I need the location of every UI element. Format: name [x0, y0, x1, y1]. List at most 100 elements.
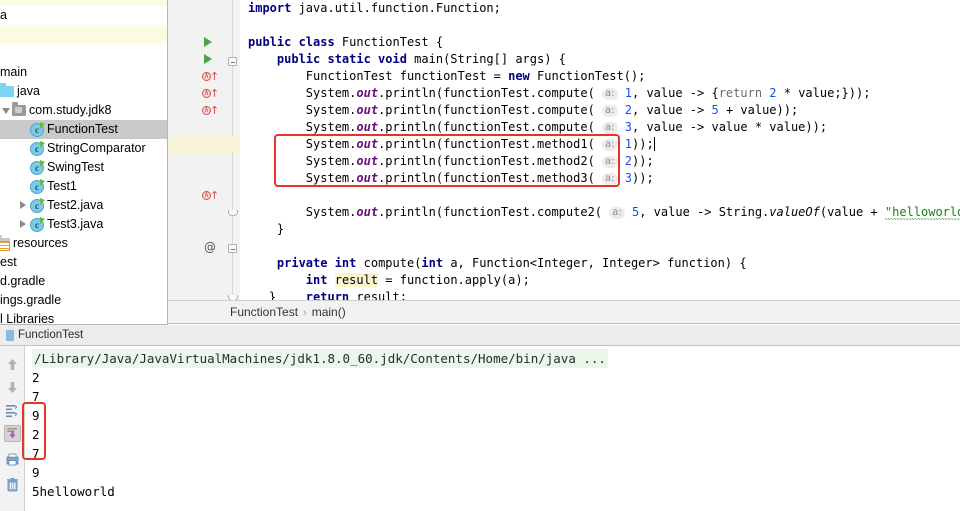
fold-end-icon[interactable] — [228, 210, 238, 219]
up-arrow-icon: ↑ — [210, 104, 220, 117]
code-line-17[interactable]: } — [248, 221, 284, 238]
code-line-13[interactable]: System.out.println(functionTest.method2(… — [248, 153, 654, 170]
run-tab-label: FunctionTest — [18, 329, 84, 341]
tree-row-settings-gradle[interactable]: ings.gradle — [0, 291, 167, 310]
field-out: out — [356, 154, 379, 168]
tree-row-resources[interactable]: resources — [0, 234, 167, 253]
code-line-7[interactable]: FunctionTest functionTest = new Function… — [248, 68, 646, 85]
java-class-icon: c — [30, 216, 45, 232]
tree-label: com.study.jdk8 — [29, 103, 112, 118]
breadcrumb-method[interactable]: main() — [312, 305, 346, 319]
code-line-12[interactable]: System.out.println(functionTest.method1(… — [248, 136, 655, 153]
java-class-icon: c — [30, 197, 45, 213]
code-line-9[interactable]: System.out.println(functionTest.compute(… — [248, 102, 798, 119]
run-toolbar[interactable] — [0, 346, 25, 511]
lambda-gutter-icon[interactable]: λ↑ — [202, 104, 219, 117]
code-editor[interactable]: 3 4 5 6 7 8 9 10 11 12 13 14 15 16 17 18… — [168, 0, 960, 300]
console-line: 5helloworld — [32, 484, 115, 499]
arrow-down-icon[interactable] — [4, 379, 21, 396]
run-gutter-icon[interactable] — [204, 54, 212, 64]
tree-row-highlighted[interactable] — [0, 25, 167, 44]
fold-collapse-icon[interactable] — [228, 244, 237, 253]
breadcrumb-class[interactable]: FunctionTest — [230, 305, 298, 319]
literal: 5 — [711, 103, 719, 117]
tree-row-functiontest[interactable]: c FunctionTest — [0, 120, 167, 139]
package-folder-icon — [12, 102, 26, 117]
code-line-10[interactable]: System.out.println(functionTest.compute(… — [248, 119, 827, 136]
param-hint-a: a: — [602, 173, 618, 185]
tree-row-test1[interactable]: c Test1 — [0, 177, 167, 196]
console-line: 9 — [32, 408, 40, 423]
console-output[interactable]: /Library/Java/JavaVirtualMachines/jdk1.8… — [26, 346, 960, 511]
tree-row-test[interactable]: est — [0, 253, 167, 272]
tree-row-test2-java[interactable]: c Test2.java — [0, 196, 167, 215]
arrow-up-icon[interactable] — [4, 356, 21, 373]
tree-row-a[interactable]: a — [0, 6, 167, 25]
code-line-6[interactable]: public static void main(String[] args) { — [248, 51, 566, 68]
soft-wrap-icon[interactable] — [4, 402, 21, 419]
tree-row-swingtest[interactable]: c SwingTest — [0, 158, 167, 177]
lambda-gutter-icon[interactable]: λ↑ — [202, 87, 219, 100]
lambda-gutter-icon[interactable]: λ↑ — [202, 189, 219, 202]
breadcrumb[interactable]: FunctionTest › main() — [168, 300, 960, 324]
tree-row-main[interactable]: main — [0, 63, 167, 82]
fold-collapse-icon[interactable] — [228, 57, 237, 66]
lambda-gutter-icon[interactable]: λ↑ — [202, 70, 219, 83]
param-hint-a: a: — [602, 156, 618, 168]
param-hint-a: a: — [602, 139, 618, 151]
run-gutter-icon[interactable] — [204, 37, 212, 47]
code-line-16[interactable]: System.out.println(functionTest.compute2… — [248, 204, 960, 221]
scroll-to-end-glyph — [7, 428, 17, 439]
code-line-8[interactable]: System.out.println(functionTest.compute(… — [248, 85, 870, 102]
literal: 1 — [624, 86, 632, 100]
literal: 2 — [624, 154, 632, 168]
field-out: out — [356, 103, 379, 117]
tree-label: java — [17, 84, 40, 99]
keyword-return: return — [718, 86, 763, 100]
keyword-new: new — [508, 69, 530, 83]
literal: 3 — [624, 120, 632, 134]
trash-icon[interactable] — [4, 476, 21, 493]
tree-row-stringcomparator[interactable]: c StringComparator — [0, 139, 167, 158]
chevron-right-icon[interactable] — [18, 201, 27, 210]
arrow-down-glyph — [8, 382, 17, 393]
tree-row-external-libraries[interactable]: l Libraries — [0, 310, 167, 325]
console-line: 2 — [32, 370, 40, 385]
keyword-int: int — [305, 273, 328, 287]
tree-row-package-com-study-jdk8[interactable]: com.study.jdk8 — [0, 101, 167, 120]
code-line-19[interactable]: private int compute(int a, Function<Inte… — [248, 255, 747, 272]
print-icon[interactable] — [4, 451, 21, 468]
chevron-down-icon[interactable] — [2, 106, 11, 115]
breadcrumb-separator: › — [303, 307, 307, 319]
resources-folder-icon — [0, 235, 10, 252]
project-tree-panel[interactable]: a main java com.study.jdk8 c FunctionTest… — [0, 0, 168, 325]
code-text-area[interactable]: import java.util.function.Function; publ… — [240, 0, 960, 300]
keyword: private int — [276, 256, 357, 270]
java-class-icon: c — [30, 178, 45, 194]
param-hint-a: a: — [602, 88, 618, 100]
tree-row-blank — [0, 44, 167, 63]
code-line-14[interactable]: System.out.println(functionTest.method3(… — [248, 170, 654, 187]
tree-row-java[interactable]: java — [0, 82, 167, 101]
tree-label: main — [0, 65, 28, 80]
run-panel[interactable]: FunctionTest /Library/Java/JavaVirtualMa… — [0, 325, 960, 511]
code-line-20[interactable]: int result = function.apply(a); — [248, 272, 530, 289]
code-line-3[interactable]: import java.util.function.Function; — [248, 0, 501, 17]
run-tab-bar[interactable]: FunctionTest — [0, 325, 960, 346]
run-tab-functiontest[interactable]: FunctionTest — [6, 325, 83, 346]
tree-label: est — [0, 255, 17, 270]
chevron-right-icon[interactable] — [18, 220, 27, 229]
java-class-icon: c — [30, 121, 45, 137]
param-hint-a: a: — [602, 105, 618, 117]
tree-row-test3-java[interactable]: c Test3.java — [0, 215, 167, 234]
keyword-import: import — [248, 1, 292, 15]
scroll-to-end-icon[interactable] — [4, 425, 21, 442]
tree-label: FunctionTest — [47, 122, 118, 137]
field-out: out — [356, 120, 379, 134]
literal: 5 — [631, 205, 640, 219]
tree-label: Test3.java — [47, 217, 104, 232]
folder-icon — [0, 83, 14, 98]
tree-row-build-gradle[interactable]: d.gradle — [0, 272, 167, 291]
code-line-5[interactable]: public class FunctionTest { — [248, 34, 443, 51]
annotation-gutter-icon[interactable]: @ — [204, 240, 216, 254]
